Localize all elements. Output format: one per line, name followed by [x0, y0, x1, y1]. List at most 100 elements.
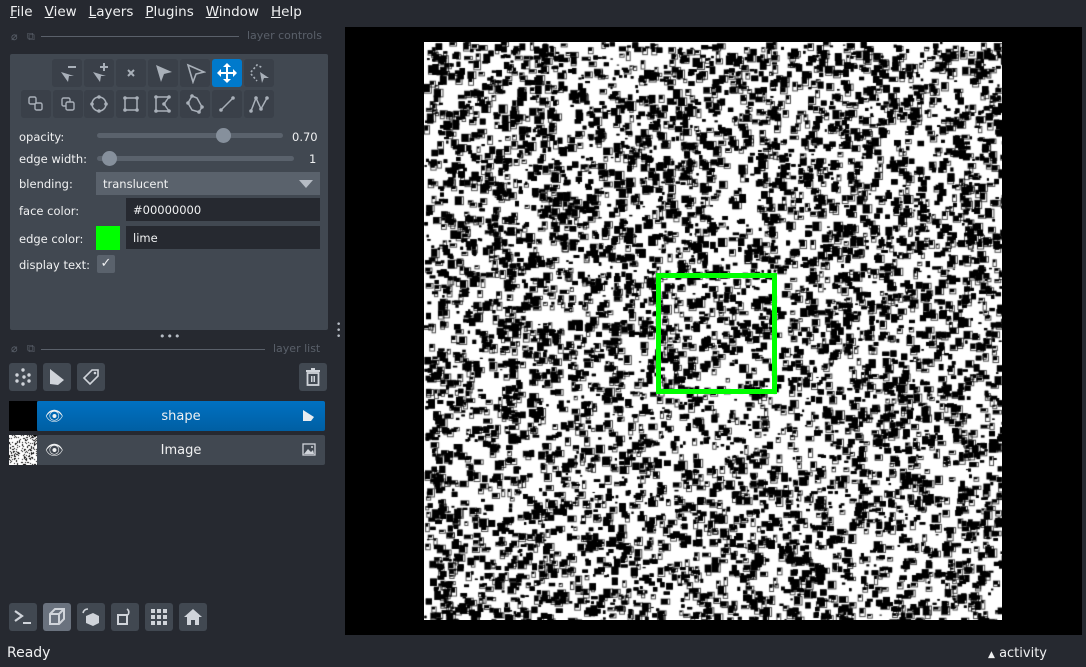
edge-width-slider[interactable]: [97, 156, 294, 161]
divider: [41, 349, 265, 350]
dock-splitter-handle[interactable]: • • •: [336, 321, 341, 342]
transpose-button[interactable]: [111, 603, 139, 631]
menu-bar: File View Layers Plugins Window Help: [0, 0, 1086, 24]
blending-select[interactable]: translucent: [96, 172, 320, 195]
edge-width-value: 1: [309, 152, 317, 166]
delete-shape-icon: [127, 69, 135, 77]
line-icon: [219, 96, 235, 112]
blending-value: translucent: [103, 176, 169, 191]
menu-item[interactable]: Layers: [83, 4, 140, 20]
ellipse-button[interactable]: [84, 90, 114, 118]
layer-item-image[interactable]: 👁︎ Image: [37, 435, 325, 465]
new-labels-layer-button[interactable]: [77, 363, 105, 391]
shapes-icon: [303, 410, 314, 421]
points-icon: [15, 368, 31, 386]
delete-layer-button[interactable]: [299, 363, 327, 391]
activity-label: activity: [999, 646, 1047, 661]
console-button[interactable]: [9, 603, 37, 631]
shapes-icon: [50, 369, 64, 385]
roll-dimensions-button[interactable]: [77, 603, 105, 631]
lasso-select-button[interactable]: [244, 59, 274, 87]
float-toggle-icon[interactable]: ⌀: [11, 30, 18, 43]
viewer-canvas[interactable]: [345, 27, 1082, 635]
move-button[interactable]: [212, 59, 242, 87]
face-color-value: #00000000: [133, 202, 202, 217]
trash-icon: [306, 368, 320, 386]
status-text: Ready: [7, 645, 51, 661]
transpose-icon: [117, 608, 130, 625]
undock-icon[interactable]: ⧉: [27, 30, 35, 44]
float-toggle-icon[interactable]: ⌀: [11, 342, 18, 355]
opacity-value: 0.70: [292, 130, 318, 144]
add-point-button[interactable]: [84, 59, 114, 87]
menu-item[interactable]: File: [4, 4, 39, 20]
move-to-front-button[interactable]: [53, 90, 83, 118]
image-icon: [302, 443, 316, 456]
polygon-lasso-button[interactable]: [180, 90, 210, 118]
eye-icon[interactable]: 👁︎: [45, 407, 64, 425]
rotate-cube-icon: [82, 608, 99, 626]
new-shapes-layer-button[interactable]: [43, 363, 71, 391]
splitter-handle[interactable]: •••: [159, 330, 181, 343]
cube-wireframe-icon: [49, 608, 65, 625]
eye-icon[interactable]: 👁︎: [45, 441, 64, 459]
menu-item[interactable]: Help: [265, 4, 308, 20]
face-color-swatch[interactable]: [96, 198, 120, 222]
grid-icon: [151, 609, 167, 625]
face-color-label: face color:: [19, 204, 80, 218]
toggle-ndisplay-button[interactable]: [43, 603, 71, 631]
new-points-layer-button[interactable]: [9, 363, 37, 391]
select-icon: [156, 65, 172, 82]
chevron-down-icon: [299, 180, 313, 188]
face-color-input[interactable]: #00000000: [126, 198, 320, 221]
direct-select-icon: [186, 63, 206, 84]
lasso-select-icon: [250, 64, 269, 83]
move-to-back-button[interactable]: [21, 90, 51, 118]
layer-thumbnail-image: [9, 435, 37, 465]
opacity-label: opacity:: [19, 130, 65, 144]
remove-point-icon: [61, 66, 76, 82]
move-to-front-icon: [61, 97, 75, 111]
layer-list-title: layer list: [273, 342, 321, 355]
ellipse-icon: [90, 95, 108, 113]
add-point-icon: [93, 63, 108, 82]
rectangle-icon: [123, 96, 139, 112]
path-icon: [249, 96, 269, 113]
delete-shape-button[interactable]: [116, 59, 146, 87]
remove-point-button[interactable]: [52, 59, 82, 87]
layer-controls-title: layer controls: [247, 29, 322, 42]
move-to-back-icon: [28, 96, 43, 111]
rectangle-button[interactable]: [116, 90, 146, 118]
opacity-slider-handle[interactable]: [216, 128, 231, 143]
path-button[interactable]: [244, 90, 274, 118]
rectangle-shape[interactable]: [656, 273, 777, 394]
divider: [41, 36, 239, 37]
direct-select-button[interactable]: [180, 59, 210, 87]
edge-color-value: lime: [133, 230, 158, 245]
move-icon: [217, 63, 237, 83]
opacity-slider[interactable]: [97, 133, 283, 138]
grid-view-button[interactable]: [145, 603, 173, 631]
home-icon: [184, 609, 202, 625]
display-text-label: display text:: [19, 258, 91, 272]
edge-color-swatch[interactable]: [96, 226, 120, 250]
edge-color-input[interactable]: lime: [126, 226, 320, 249]
home-button[interactable]: [179, 603, 207, 631]
select-button[interactable]: [148, 59, 178, 87]
polygon-lasso-icon: [186, 94, 204, 114]
display-text-checkbox[interactable]: ✓: [97, 255, 115, 273]
edge-width-slider-handle[interactable]: [102, 151, 117, 166]
caret-up-icon: ▲: [988, 650, 995, 660]
layer-name: shape: [161, 408, 201, 424]
layer-item-shape[interactable]: 👁︎ shape: [37, 401, 325, 431]
undock-icon[interactable]: ⧉: [27, 342, 35, 356]
polygon-button[interactable]: [148, 90, 178, 118]
line-button[interactable]: [212, 90, 242, 118]
activity-button[interactable]: ▲ activity: [988, 646, 1047, 661]
menu-item[interactable]: View: [39, 4, 83, 20]
menu-item[interactable]: Plugins: [139, 4, 199, 20]
menu-item[interactable]: Window: [200, 4, 265, 20]
blending-label: blending:: [19, 177, 73, 191]
layer-name: Image: [160, 442, 202, 458]
layer-thumbnail-shape: [9, 401, 37, 431]
